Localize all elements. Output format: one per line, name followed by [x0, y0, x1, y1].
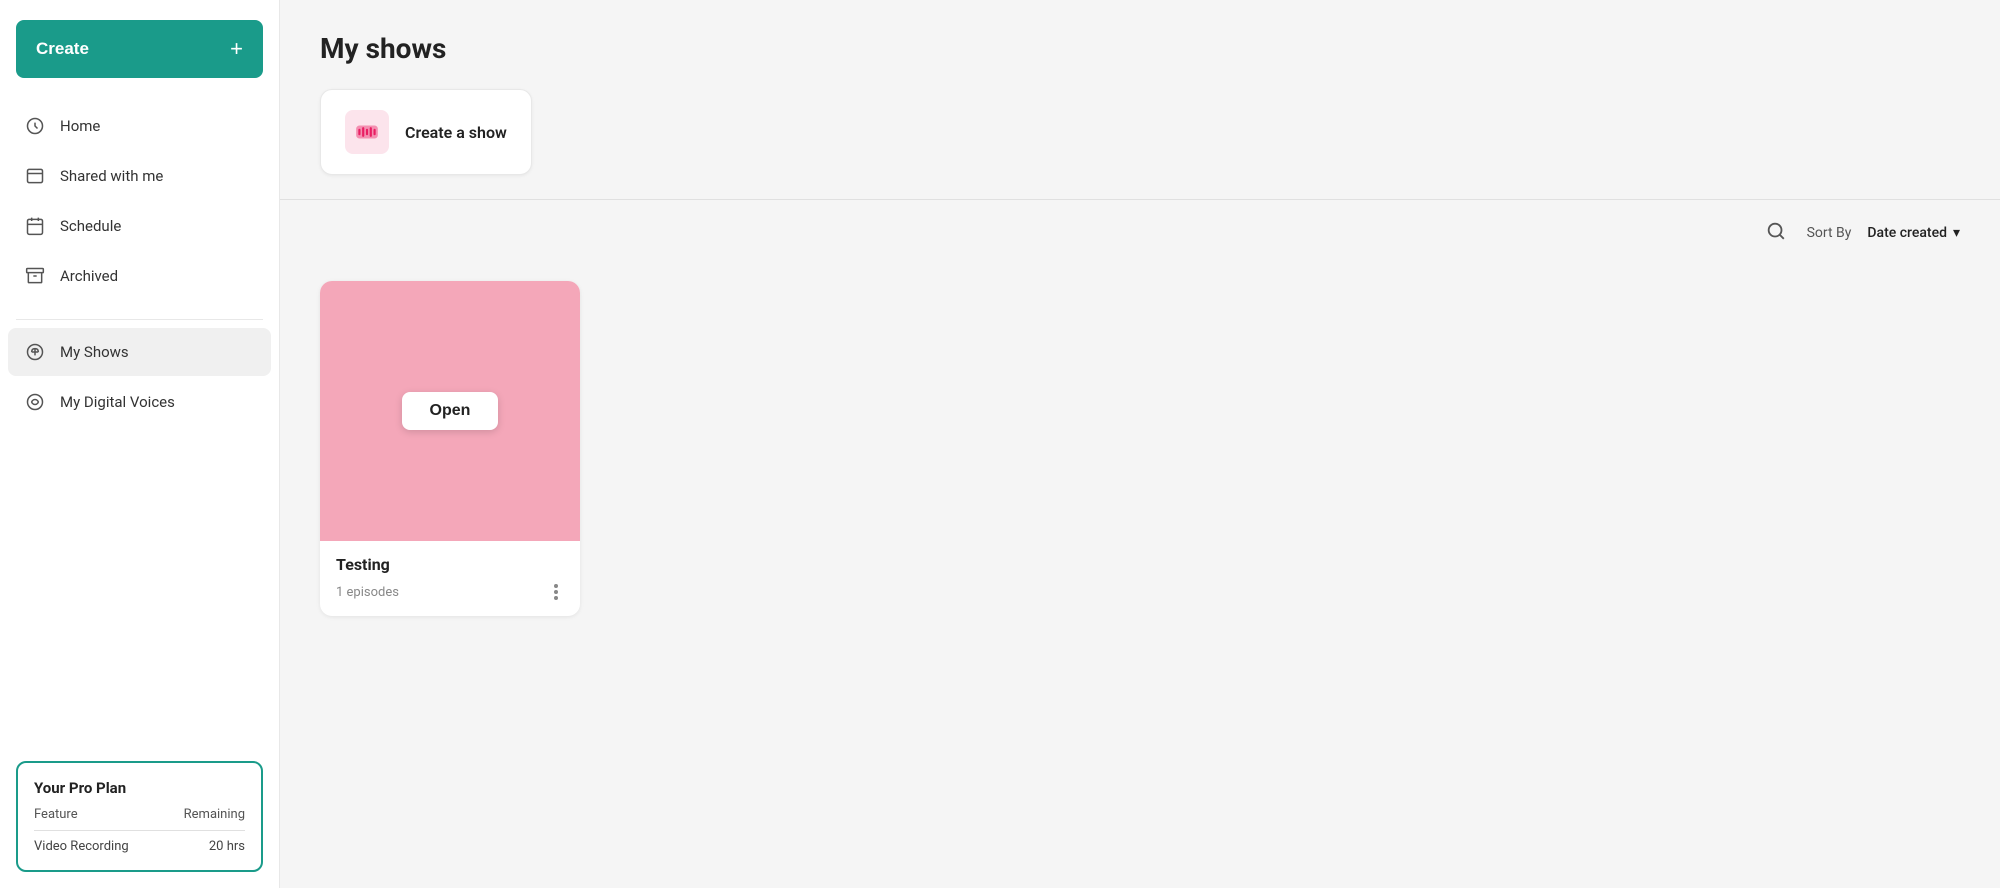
show-info: Testing 1 episodes — [320, 541, 580, 616]
dot — [554, 596, 558, 600]
schedule-icon — [24, 215, 46, 237]
pro-plan-header: Feature Remaining — [34, 807, 245, 831]
sort-value: Date created — [1867, 225, 1947, 241]
show-thumbnail: JE Open — [320, 281, 580, 541]
dot — [554, 584, 558, 588]
pro-plan-remaining-col: Remaining — [184, 807, 245, 822]
page-title: My shows — [320, 32, 1960, 65]
create-label: Create — [36, 39, 89, 59]
sidebar-item-archived-label: Archived — [60, 267, 118, 285]
dot — [554, 590, 558, 594]
sidebar-item-digitalvoices[interactable]: My Digital Voices — [8, 378, 271, 426]
sidebar-item-home[interactable]: Home — [8, 102, 271, 150]
sidebar-item-home-label: Home — [60, 117, 100, 135]
sidebar-item-schedule-label: Schedule — [60, 217, 121, 235]
show-episodes: 1 episodes — [336, 585, 399, 600]
sidebar-item-archived[interactable]: Archived — [8, 252, 271, 300]
show-name: Testing — [336, 555, 564, 574]
nav-divider — [16, 319, 263, 320]
sidebar: Create + Home Shared with me — [0, 0, 280, 888]
pro-plan-feature: Video Recording — [34, 839, 129, 854]
page-header: My shows — [280, 0, 2000, 65]
show-meta: 1 episodes — [336, 582, 564, 602]
toolbar: Sort By Date created ▾ — [280, 200, 2000, 265]
main-content: My shows Create a show Sor — [280, 0, 2000, 888]
sort-by-select[interactable]: Date created ▾ — [1867, 225, 1960, 241]
myshows-icon — [24, 341, 46, 363]
nav-list-2: My Shows My Digital Voices — [0, 328, 279, 537]
archived-icon — [24, 265, 46, 287]
sidebar-item-shared-label: Shared with me — [60, 167, 163, 185]
sidebar-item-digitalvoices-label: My Digital Voices — [60, 393, 175, 411]
top-section: Create a show — [280, 65, 2000, 200]
sidebar-item-shared[interactable]: Shared with me — [8, 152, 271, 200]
voices-icon — [24, 391, 46, 413]
create-show-card[interactable]: Create a show — [320, 89, 532, 175]
create-button[interactable]: Create + — [16, 20, 263, 78]
sidebar-item-schedule[interactable]: Schedule — [8, 202, 271, 250]
home-icon — [24, 115, 46, 137]
shows-grid: JE Open Testing 1 episodes — [280, 265, 2000, 656]
create-show-label: Create a show — [405, 123, 507, 142]
plus-icon: + — [230, 36, 243, 62]
pro-plan-box: Your Pro Plan Feature Remaining Video Re… — [16, 761, 263, 872]
sidebar-item-myshows[interactable]: My Shows — [8, 328, 271, 376]
pro-plan-title: Your Pro Plan — [34, 779, 245, 797]
pro-plan-row: Video Recording 20 hrs — [34, 839, 245, 854]
show-card[interactable]: JE Open Testing 1 episodes — [320, 281, 580, 616]
show-more-button[interactable] — [548, 582, 564, 602]
shared-icon — [24, 165, 46, 187]
sort-by-label: Sort By — [1807, 225, 1852, 241]
pro-plan-feature-col: Feature — [34, 807, 78, 822]
open-button[interactable]: Open — [402, 392, 499, 430]
create-show-icon — [345, 110, 389, 154]
search-button[interactable] — [1761, 216, 1791, 249]
sidebar-item-myshows-label: My Shows — [60, 343, 129, 361]
nav-list: Home Shared with me Schedule — [0, 102, 279, 311]
pro-plan-remaining: 20 hrs — [209, 839, 245, 854]
chevron-down-icon: ▾ — [1953, 225, 1960, 241]
